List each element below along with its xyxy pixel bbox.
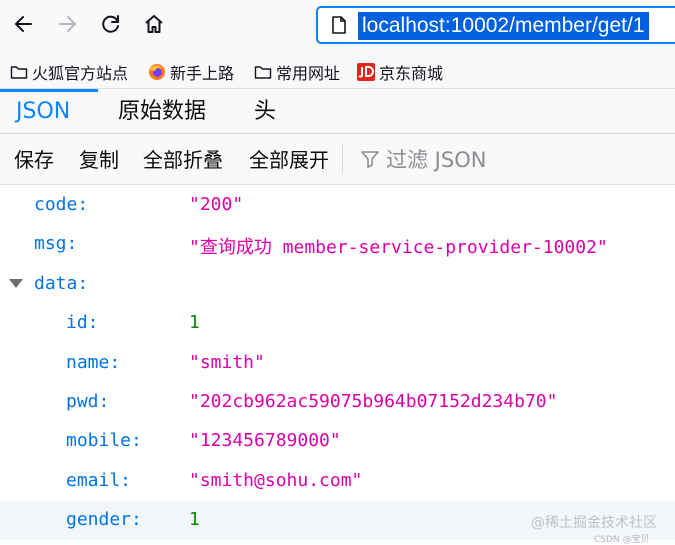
expand-triangle-icon[interactable]: [9, 279, 23, 288]
json-row-id[interactable]: id: 1: [0, 304, 675, 343]
bookmarks-toolbar: 火狐官方站点 新手上路 常用网址 京东商城: [0, 54, 675, 89]
home-icon: [145, 15, 163, 33]
watermark-text: @稀土掘金技术社区: [531, 515, 657, 531]
json-key: msg:: [34, 233, 78, 254]
json-key: name:: [66, 352, 121, 373]
json-value: "smith": [189, 352, 265, 373]
json-row-pwd[interactable]: pwd: "202cb962ac59075b964b07152d234b70": [0, 383, 675, 422]
tab-json[interactable]: JSON: [0, 89, 98, 133]
jd-icon: [357, 63, 375, 81]
json-key: id:: [66, 312, 99, 333]
json-value: 1: [189, 312, 200, 333]
bookmark-label: 新手上路: [170, 64, 235, 83]
csdn-watermark: CSDN @宝贝: [594, 535, 650, 545]
url-text[interactable]: localhost:10002/member/get/1: [358, 12, 649, 40]
save-button[interactable]: 保存: [14, 134, 54, 184]
json-key: email:: [66, 470, 132, 491]
json-row-mobile[interactable]: mobile: "123456789000": [0, 422, 675, 461]
json-toolbar: 保存 复制 全部折叠 全部展开 过滤 JSON: [0, 134, 675, 185]
json-row-email[interactable]: email: "smith@sohu.com": [0, 462, 675, 501]
json-value: 1: [189, 509, 200, 530]
copy-button[interactable]: 复制: [79, 134, 119, 184]
json-row-code[interactable]: code: "200": [0, 186, 675, 225]
folder-icon: [254, 66, 272, 79]
json-value: "200": [189, 194, 244, 215]
json-key: data:: [34, 273, 89, 294]
firefox-icon: [149, 64, 165, 80]
back-arrow-icon: [15, 16, 32, 32]
filter-json-input[interactable]: 过滤 JSON: [360, 134, 486, 184]
json-key: gender:: [66, 509, 142, 530]
viewer-tabbar: JSON 原始数据 头: [0, 89, 675, 134]
bookmark-label: 火狐官方站点: [32, 64, 129, 83]
forward-arrow-icon: [59, 16, 76, 32]
home-button[interactable]: [139, 9, 169, 39]
toolbar-divider: [342, 145, 343, 173]
browser-navbar: localhost:10002/member/get/1: [0, 0, 675, 54]
bookmark-item-jd[interactable]: 京东商城: [357, 61, 443, 83]
filter-funnel-icon: [361, 151, 379, 168]
collapse-all-button[interactable]: 全部折叠: [143, 134, 223, 184]
bookmark-item-getting-started[interactable]: 新手上路: [148, 61, 234, 83]
folder-icon: [10, 66, 28, 79]
json-key: code:: [34, 194, 89, 215]
filter-placeholder: 过滤 JSON: [386, 148, 487, 172]
json-key: pwd:: [66, 391, 110, 412]
json-key: mobile:: [66, 430, 142, 451]
bookmark-item-common-sites[interactable]: 常用网址: [254, 61, 340, 83]
json-row-name[interactable]: name: "smith": [0, 344, 675, 383]
page-icon: [332, 16, 346, 34]
reload-icon: [102, 15, 119, 33]
bookmark-label: 京东商城: [379, 64, 444, 83]
tab-raw-data[interactable]: 原始数据: [118, 89, 206, 133]
reload-button[interactable]: [96, 9, 126, 39]
forward-button[interactable]: [52, 9, 82, 39]
json-value: "202cb962ac59075b964b07152d234b70": [189, 391, 558, 412]
expand-all-button[interactable]: 全部展开: [249, 134, 329, 184]
json-row-data[interactable]: data:: [0, 265, 675, 304]
json-value: "smith@sohu.com": [189, 470, 363, 491]
json-value: "查询成功 member-service-provider-10002": [189, 237, 608, 258]
json-row-msg[interactable]: msg: "查询成功 member-service-provider-10002…: [0, 225, 675, 264]
json-value: "123456789000": [189, 430, 341, 451]
back-button[interactable]: [9, 9, 39, 39]
bookmark-item-firefox-site[interactable]: 火狐官方站点: [10, 61, 128, 83]
tab-headers[interactable]: 头: [254, 89, 276, 133]
bookmark-label: 常用网址: [276, 64, 341, 83]
